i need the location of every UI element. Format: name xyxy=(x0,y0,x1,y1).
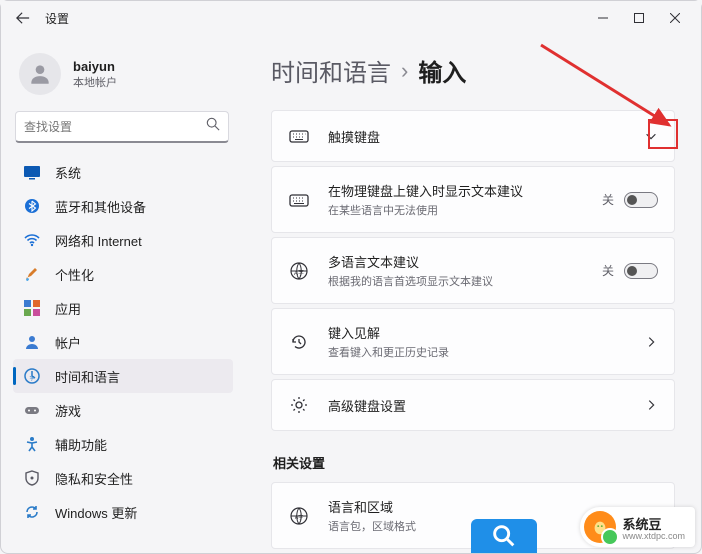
sidebar-item-gaming[interactable]: 游戏 xyxy=(13,393,233,427)
keyboard-icon xyxy=(288,125,310,147)
sidebar-item-personalization[interactable]: 个性化 xyxy=(13,257,233,291)
card-title: 高级键盘设置 xyxy=(328,396,644,415)
language-icon: A字 xyxy=(288,260,310,282)
avatar-icon xyxy=(27,61,53,87)
card-title: 触摸键盘 xyxy=(328,127,644,146)
gaming-icon xyxy=(23,401,41,419)
search-icon xyxy=(206,117,220,136)
svg-text:字: 字 xyxy=(29,375,34,382)
close-icon xyxy=(670,13,680,23)
apps-icon xyxy=(23,299,41,317)
watermark-url: www.xtdpc.com xyxy=(622,531,685,541)
profile-name: baiyun xyxy=(73,59,117,74)
search-settings-box[interactable] xyxy=(15,111,229,143)
time-language-icon: 字 xyxy=(23,367,41,385)
sidebar-item-bluetooth[interactable]: 蓝牙和其他设备 xyxy=(13,189,233,223)
sidebar-item-label: 隐私和安全性 xyxy=(55,469,133,488)
language-region-icon: A字 xyxy=(288,505,310,527)
chevron-right-icon: › xyxy=(401,58,408,84)
system-icon xyxy=(23,163,41,181)
sidebar-item-label: 蓝牙和其他设备 xyxy=(55,197,146,216)
card-title: 在物理键盘上键入时显示文本建议 xyxy=(328,181,602,200)
back-arrow-icon xyxy=(16,11,30,25)
sidebar-item-privacy[interactable]: 隐私和安全性 xyxy=(13,461,233,495)
card-subtitle: 查看键入和更正历史记录 xyxy=(328,344,644,360)
wifi-icon xyxy=(23,231,41,249)
sidebar-item-label: 时间和语言 xyxy=(55,367,120,386)
bluetooth-icon xyxy=(23,197,41,215)
svg-text:A字: A字 xyxy=(295,514,303,521)
card-subtitle: 在某些语言中无法使用 xyxy=(328,202,602,218)
site-watermark: 系统豆 www.xtdpc.com xyxy=(580,507,695,547)
back-button[interactable] xyxy=(9,4,37,32)
sidebar-item-windows-update[interactable]: Windows 更新 xyxy=(13,495,233,529)
search-icon xyxy=(490,522,518,550)
chevron-right-icon xyxy=(644,398,658,412)
sidebar-item-system[interactable]: 系统 xyxy=(13,155,233,189)
toggle-state-label: 关 xyxy=(602,262,614,279)
gear-icon xyxy=(288,394,310,416)
taskbar-search-fragment xyxy=(471,519,537,553)
sidebar-item-label: 帐户 xyxy=(55,333,81,352)
card-title: 多语言文本建议 xyxy=(328,252,602,271)
card-touch-keyboard[interactable]: 触摸键盘 xyxy=(271,110,675,162)
update-icon xyxy=(23,503,41,521)
maximize-icon xyxy=(634,13,644,23)
card-multilang-suggest[interactable]: A字 多语言文本建议 根据我的语言首选项显示文本建议 关 xyxy=(271,237,675,304)
keyboard-icon xyxy=(288,189,310,211)
breadcrumb-parent[interactable]: 时间和语言 xyxy=(271,53,391,88)
accessibility-icon xyxy=(23,435,41,453)
sidebar: baiyun 本地帐户 系统 蓝牙和其他设备 网络和 Internet xyxy=(1,35,239,553)
sidebar-item-label: 辅助功能 xyxy=(55,435,107,454)
close-button[interactable] xyxy=(657,4,693,32)
avatar xyxy=(19,53,61,95)
sidebar-item-label: 应用 xyxy=(55,299,81,318)
sidebar-item-label: 系统 xyxy=(55,163,81,182)
title-bar: 设置 xyxy=(1,1,701,35)
toggle-switch[interactable] xyxy=(624,192,658,208)
profile-account-type: 本地帐户 xyxy=(73,74,117,90)
page-title: 输入 xyxy=(418,53,466,88)
profile-block[interactable]: baiyun 本地帐户 xyxy=(13,43,233,109)
card-subtitle: 根据我的语言首选项显示文本建议 xyxy=(328,273,602,289)
sidebar-item-accessibility[interactable]: 辅助功能 xyxy=(13,427,233,461)
breadcrumb: 时间和语言 › 输入 xyxy=(271,53,675,88)
watermark-icon xyxy=(584,511,616,543)
card-typing-insights[interactable]: 键入见解 查看键入和更正历史记录 xyxy=(271,308,675,375)
sidebar-item-label: 游戏 xyxy=(55,401,81,420)
content-pane: 时间和语言 › 输入 触摸键盘 在物理键盘上键入时显示文本建议 在某些 xyxy=(239,35,701,553)
card-advanced-keyboard[interactable]: 高级键盘设置 xyxy=(271,379,675,431)
nav-list: 系统 蓝牙和其他设备 网络和 Internet 个性化 应用 帐户 xyxy=(13,155,233,553)
privacy-icon xyxy=(23,469,41,487)
minimize-icon xyxy=(598,13,608,23)
sidebar-item-label: 个性化 xyxy=(55,265,94,284)
sidebar-item-apps[interactable]: 应用 xyxy=(13,291,233,325)
history-icon xyxy=(288,331,310,353)
sidebar-item-network[interactable]: 网络和 Internet xyxy=(13,223,233,257)
card-title: 键入见解 xyxy=(328,323,644,342)
minimize-button[interactable] xyxy=(585,4,621,32)
sidebar-item-accounts[interactable]: 帐户 xyxy=(13,325,233,359)
card-physical-suggest[interactable]: 在物理键盘上键入时显示文本建议 在某些语言中无法使用 关 xyxy=(271,166,675,233)
search-input[interactable] xyxy=(24,120,206,134)
sidebar-item-label: 网络和 Internet xyxy=(55,231,142,250)
brush-icon xyxy=(23,265,41,283)
window-title: 设置 xyxy=(45,10,69,27)
account-icon xyxy=(23,333,41,351)
maximize-button[interactable] xyxy=(621,4,657,32)
sidebar-item-label: Windows 更新 xyxy=(55,503,137,522)
toggle-state-label: 关 xyxy=(602,191,614,208)
chevron-down-icon xyxy=(644,129,658,143)
sidebar-item-time-language[interactable]: 字 时间和语言 xyxy=(13,359,233,393)
toggle-switch[interactable] xyxy=(624,263,658,279)
svg-text:A字: A字 xyxy=(294,269,304,277)
chevron-right-icon xyxy=(644,335,658,349)
related-settings-heading: 相关设置 xyxy=(273,453,675,472)
